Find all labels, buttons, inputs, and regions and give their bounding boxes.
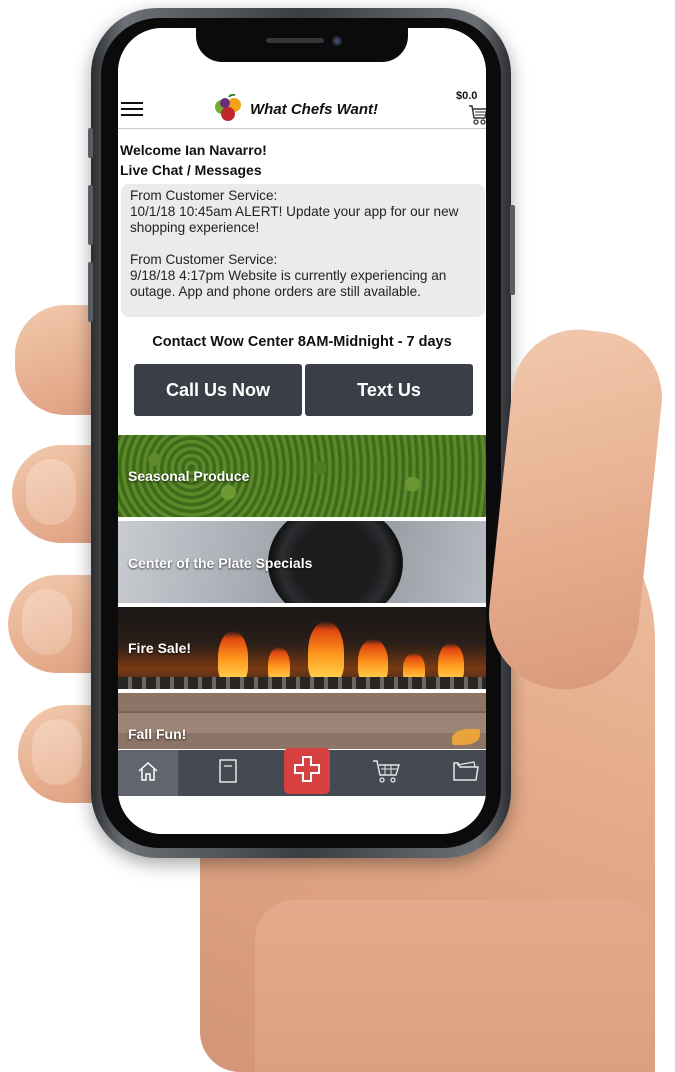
grill-image — [118, 677, 486, 689]
tab-folder[interactable] — [436, 750, 486, 796]
phone-volume-down — [88, 262, 93, 322]
front-camera — [332, 36, 342, 46]
category-label: Fall Fun! — [128, 726, 187, 742]
brand-logo[interactable]: What Chefs Want! — [212, 93, 379, 124]
home-indicator-area — [118, 796, 486, 834]
cart-icon — [372, 758, 400, 789]
bottom-tab-bar — [118, 748, 486, 796]
contact-buttons: Call Us Now Text Us — [134, 364, 473, 416]
flame-image — [308, 621, 344, 683]
home-icon — [136, 759, 160, 788]
category-label: Fire Sale! — [128, 640, 192, 656]
category-label: Seasonal Produce — [128, 468, 250, 484]
message-item: From Customer Service: 9/18/18 4:17pm We… — [130, 252, 479, 300]
folder-icon — [452, 759, 480, 788]
message-sender: From Customer Service: — [130, 188, 278, 203]
speaker-grille — [266, 38, 324, 43]
brand-name: What Chefs Want! — [250, 100, 379, 118]
tab-home[interactable] — [118, 750, 178, 796]
message-panel[interactable]: From Customer Service: 10/1/18 10:45am A… — [121, 184, 485, 317]
phone-notch — [196, 26, 408, 62]
message-body: 10/1/18 10:45am ALERT! Update your app f… — [130, 204, 459, 235]
category-seasonal-produce[interactable]: Seasonal Produce — [118, 435, 486, 517]
tab-add[interactable] — [284, 748, 330, 794]
add-icon — [292, 754, 322, 789]
message-sender: From Customer Service: — [130, 252, 278, 267]
message-body: 9/18/18 4:17pm Website is currently expe… — [130, 268, 447, 299]
welcome-greeting: Welcome Ian Navarro! — [120, 142, 267, 158]
phone-power-button — [510, 205, 515, 295]
flame-image — [218, 631, 248, 683]
message-item: From Customer Service: 10/1/18 10:45am A… — [130, 188, 479, 236]
phone-mute-switch — [88, 128, 93, 158]
tab-catalog[interactable] — [198, 750, 258, 796]
hand-wrist — [255, 900, 655, 1072]
welcome-block: Welcome Ian Navarro! Live Chat / Message… — [120, 140, 267, 180]
call-us-button[interactable]: Call Us Now — [134, 364, 302, 416]
app-screen: What Chefs Want! $0.0 Welcome Ian Navarr… — [118, 28, 486, 834]
logo-icon — [212, 93, 246, 124]
category-fall-fun[interactable]: Fall Fun! — [118, 693, 486, 749]
tab-cart[interactable] — [356, 750, 416, 796]
text-us-button[interactable]: Text Us — [305, 364, 473, 416]
menu-icon[interactable] — [121, 102, 143, 120]
category-center-plate[interactable]: Center of the Plate Specials — [118, 521, 486, 603]
leaf-image — [452, 729, 480, 745]
live-chat-link[interactable]: Live Chat / Messages — [120, 160, 267, 180]
contact-hours: Contact Wow Center 8AM-Midnight - 7 days — [152, 334, 452, 350]
phone-volume-up — [88, 185, 93, 245]
category-fire-sale[interactable]: Fire Sale! — [118, 607, 486, 689]
category-label: Center of the Plate Specials — [128, 555, 313, 571]
catalog-icon — [217, 758, 239, 789]
cart-icon[interactable] — [468, 104, 486, 131]
cart-total[interactable]: $0.0 — [456, 90, 477, 102]
